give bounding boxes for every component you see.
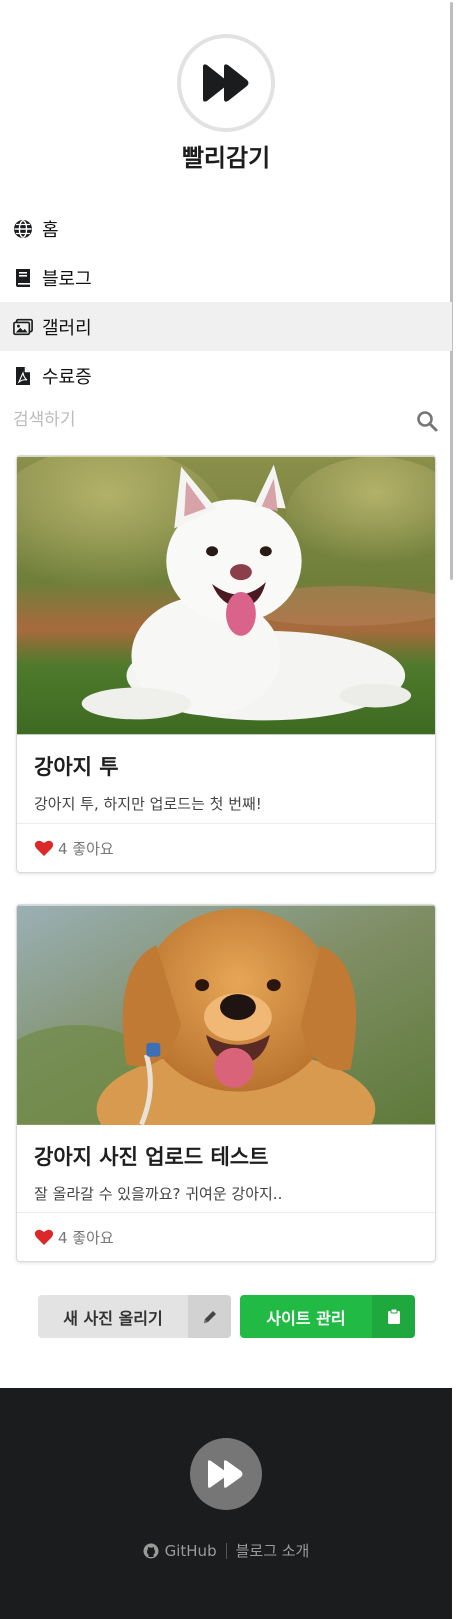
likes-count[interactable]: 4 좋아요 xyxy=(58,1227,114,1248)
fast-forward-icon xyxy=(203,64,249,102)
card-footer: 4 좋아요 xyxy=(17,823,435,872)
card-description: 강아지 투, 하지만 업로드는 첫 번째! xyxy=(34,795,262,813)
about-blog-label: 블로그 소개 xyxy=(235,1542,310,1560)
about-blog-link[interactable]: 블로그 소개 xyxy=(236,1540,310,1561)
globe-icon xyxy=(13,219,33,239)
card-title[interactable]: 강아지 사진 업로드 테스트 xyxy=(34,1141,419,1171)
images-icon xyxy=(13,317,33,337)
nav-label-certificates: 수료증 xyxy=(42,366,92,388)
nav-menu: 홈 블로그 갤러리 수료증 xyxy=(0,204,452,400)
github-icon xyxy=(143,1543,159,1558)
footer-links: GitHub 블로그 소개 xyxy=(0,1540,452,1561)
upload-photo-label: 새 사진 올리기 xyxy=(38,1295,188,1338)
footer-logo[interactable] xyxy=(190,1438,262,1510)
nav-item-certificates[interactable]: 수료증 xyxy=(0,351,452,400)
likes-count[interactable]: 4 좋아요 xyxy=(58,838,114,859)
site-admin-button[interactable]: 사이트 관리 xyxy=(240,1295,415,1338)
search-input[interactable] xyxy=(13,406,403,434)
search-bar xyxy=(0,400,452,440)
nav-label-gallery: 갤러리 xyxy=(42,317,92,339)
golden-puppy-photo[interactable] xyxy=(17,905,435,1125)
site-admin-label: 사이트 관리 xyxy=(240,1295,372,1338)
book-icon xyxy=(13,268,33,288)
search-icon[interactable] xyxy=(416,410,438,432)
heart-icon[interactable] xyxy=(34,839,54,857)
card-footer: 4 좋아요 xyxy=(17,1212,435,1261)
card-body: 강아지 사진 업로드 테스트 잘 올라갈 수 있을까요? 귀여운 강아지.. xyxy=(17,1125,435,1204)
white-puppy-photo[interactable] xyxy=(17,456,435,735)
github-label: GitHub xyxy=(164,1541,217,1560)
site-footer: GitHub 블로그 소개 xyxy=(0,1388,452,1619)
gallery-card[interactable]: 강아지 사진 업로드 테스트 잘 올라갈 수 있을까요? 귀여운 강아지.. 4… xyxy=(16,904,436,1262)
footer-divider xyxy=(225,1542,227,1559)
file-pdf-icon xyxy=(13,366,33,386)
fast-forward-icon xyxy=(208,1460,243,1488)
card-description: 잘 올라갈 수 있을까요? 귀여운 강아지.. xyxy=(34,1185,283,1203)
nav-item-gallery[interactable]: 갤러리 xyxy=(0,302,452,351)
heart-icon[interactable] xyxy=(34,1228,54,1246)
site-logo[interactable] xyxy=(177,34,275,132)
github-link[interactable]: GitHub xyxy=(143,1542,217,1560)
card-title[interactable]: 강아지 투 xyxy=(34,751,419,781)
gallery-card[interactable]: 강아지 투 강아지 투, 하지만 업로드는 첫 번째! 4 좋아요 xyxy=(16,455,436,873)
nav-item-blog[interactable]: 블로그 xyxy=(0,253,452,302)
nav-label-home: 홈 xyxy=(42,219,59,241)
site-title[interactable]: 빨리감기 xyxy=(0,138,452,173)
site-header: 빨리감기 xyxy=(0,0,452,180)
nav-item-home[interactable]: 홈 xyxy=(0,204,452,253)
nav-label-blog: 블로그 xyxy=(42,268,92,290)
card-body: 강아지 투 강아지 투, 하지만 업로드는 첫 번째! xyxy=(17,735,435,814)
clipboard-icon xyxy=(372,1295,415,1338)
pencil-icon xyxy=(188,1295,231,1338)
upload-photo-button[interactable]: 새 사진 올리기 xyxy=(38,1295,231,1338)
